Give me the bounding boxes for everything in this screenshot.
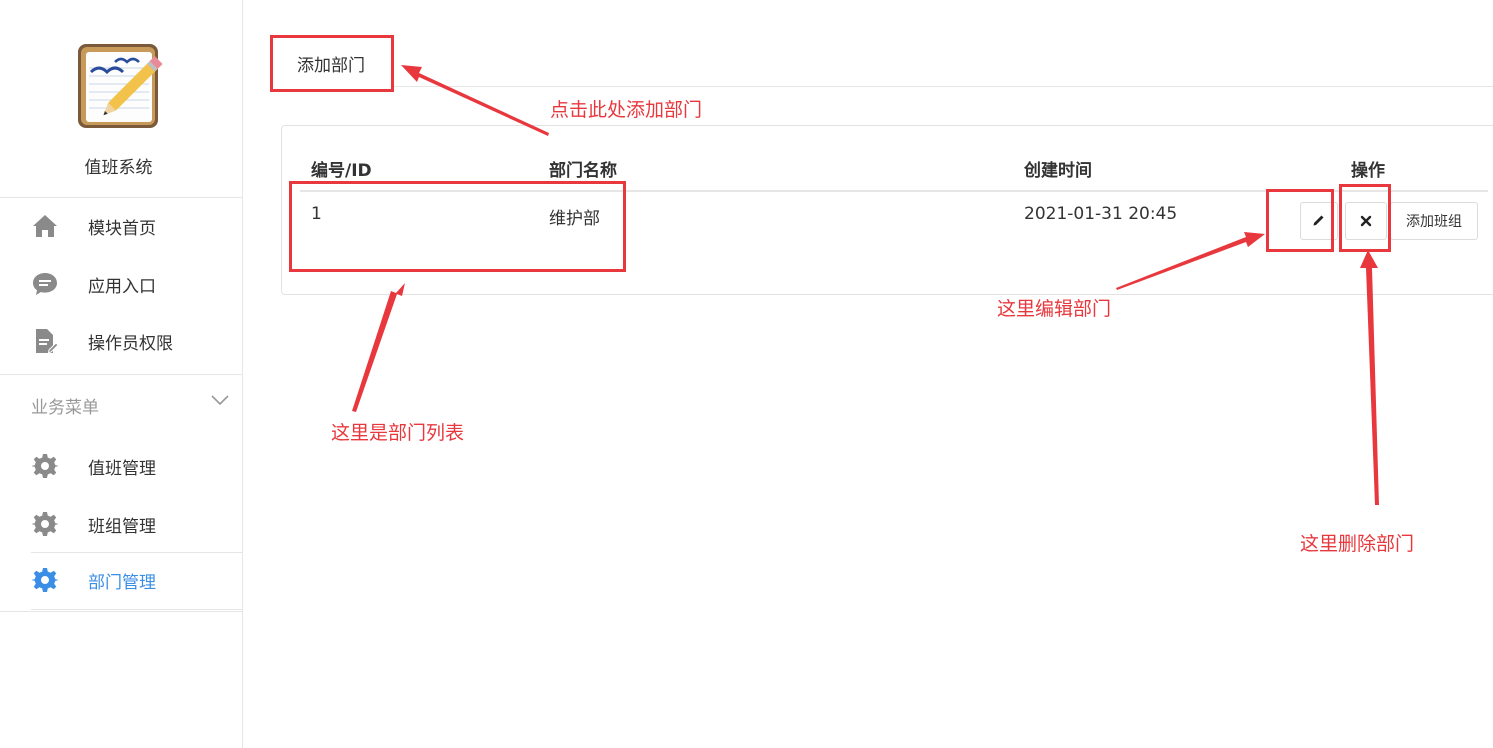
gear-icon: [31, 452, 59, 480]
edit-department-button[interactable]: [1300, 202, 1338, 240]
document-edit-icon: [31, 327, 59, 355]
sidebar-item-label: 值班管理: [88, 458, 156, 479]
cell-id: 1: [311, 204, 322, 224]
sidebar-item-label: 部门管理: [88, 572, 156, 593]
column-header-actions: 操作: [1351, 161, 1385, 181]
add-team-button[interactable]: 添加班组: [1390, 202, 1478, 240]
toolbar-divider: [394, 86, 1493, 87]
sidebar-divider: [31, 552, 242, 553]
cell-created-time: 2021-01-31 20:45: [1024, 204, 1178, 224]
delete-department-button[interactable]: [1345, 202, 1387, 240]
app-logo: [75, 40, 163, 132]
add-department-button[interactable]: 添加部门: [272, 37, 390, 89]
add-team-label: 添加班组: [1406, 214, 1462, 230]
sidebar-divider: [0, 197, 242, 198]
column-header-name: 部门名称: [549, 161, 617, 181]
sidebar-item-home[interactable]: 模块首页: [0, 206, 242, 246]
sidebar-item-label: 应用入口: [88, 276, 156, 297]
sidebar-item-label: 操作员权限: [88, 333, 173, 354]
sidebar-divider: [31, 609, 242, 610]
sidebar-item-duty-management[interactable]: 值班管理: [0, 446, 242, 486]
sidebar-item-label: 班组管理: [88, 516, 156, 537]
sidebar-group-title[interactable]: 业务菜单: [31, 393, 99, 418]
sidebar-item-label: 模块首页: [88, 218, 156, 239]
chat-icon: [31, 270, 59, 298]
annotation-edit-hint: 这里编辑部门: [997, 298, 1112, 320]
arrow-to-department-list: [352, 283, 405, 412]
app-title: 值班系统: [84, 158, 153, 178]
home-icon: [31, 212, 59, 240]
sidebar: 值班系统 模块首页 应用入口 操作员权限 业务菜单 值班管理 班组管理 部门管理: [0, 0, 243, 748]
sidebar-item-operator-permissions[interactable]: 操作员权限: [0, 321, 242, 361]
annotation-list-hint: 这里是部门列表: [331, 422, 465, 444]
sidebar-item-department-management[interactable]: 部门管理: [0, 560, 242, 600]
sidebar-divider: [0, 374, 242, 375]
column-header-id: 编号/ID: [311, 161, 372, 181]
sidebar-item-team-management[interactable]: 班组管理: [0, 504, 242, 544]
cell-department-name: 维护部: [549, 209, 600, 229]
sidebar-item-app-entry[interactable]: 应用入口: [0, 264, 242, 304]
annotation-add-hint: 点击此处添加部门: [550, 99, 703, 121]
pencil-icon: [1312, 212, 1326, 231]
gear-icon: [31, 510, 59, 538]
x-icon: [1360, 212, 1372, 231]
column-header-created: 创建时间: [1024, 161, 1092, 181]
gear-icon: [31, 566, 59, 594]
chevron-down-icon[interactable]: [210, 392, 230, 411]
table-header-divider: [300, 190, 1488, 192]
sidebar-divider: [0, 611, 242, 612]
annotation-delete-hint: 这里删除部门: [1300, 533, 1415, 555]
